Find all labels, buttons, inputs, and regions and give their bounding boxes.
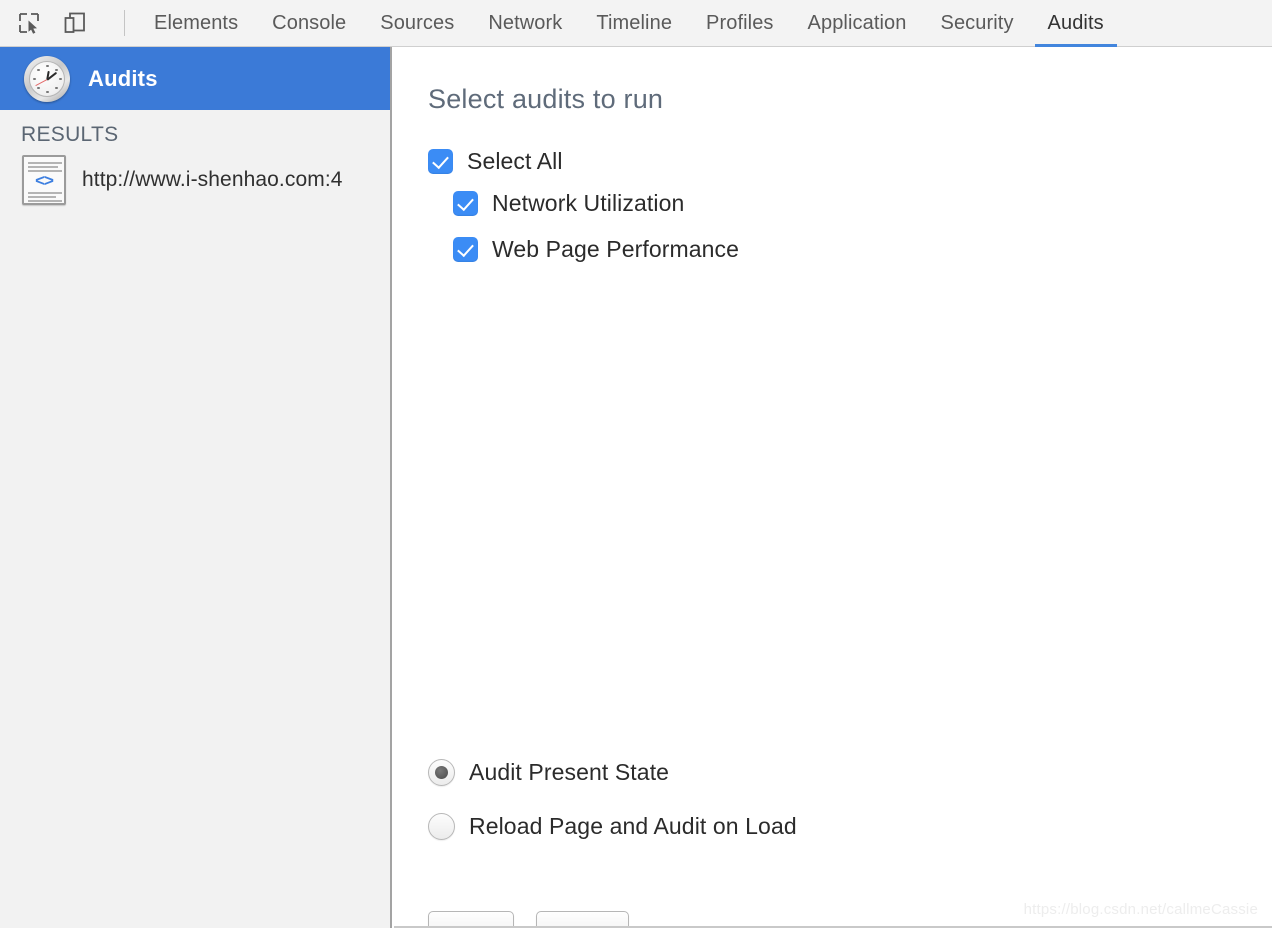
tab-security[interactable]: Security (924, 0, 1031, 46)
tab-elements[interactable]: Elements (137, 0, 255, 46)
network-utilization-label: Network Utilization (492, 190, 684, 217)
select-all-checkbox[interactable] (428, 149, 453, 174)
device-toolbar-icon[interactable] (60, 8, 90, 38)
select-all-label: Select All (467, 148, 563, 175)
sidebar-item-label: Audits (88, 66, 158, 92)
devtools-toolbar: Elements Console Sources Network Timelin… (0, 0, 1272, 47)
web-page-performance-checkbox[interactable] (453, 237, 478, 262)
toolbar-divider (124, 10, 125, 36)
document-code-icon: <> (22, 155, 66, 205)
devtools-window: Elements Console Sources Network Timelin… (0, 0, 1272, 928)
radio-row-reload-and-audit[interactable]: Reload Page and Audit on Load (428, 799, 797, 853)
audit-present-state-label: Audit Present State (469, 759, 669, 786)
clear-button[interactable]: Clear (536, 911, 629, 928)
tab-network[interactable]: Network (471, 0, 579, 46)
tab-sources[interactable]: Sources (363, 0, 471, 46)
tab-audits[interactable]: Audits (1031, 0, 1121, 46)
tab-console[interactable]: Console (255, 0, 363, 46)
audit-row-web-page-performance[interactable]: Web Page Performance (453, 226, 1272, 272)
reload-and-audit-label: Reload Page and Audit on Load (469, 813, 797, 840)
web-page-performance-label: Web Page Performance (492, 236, 739, 263)
audit-options-list: Select All Network Utilization Web Page … (394, 115, 1272, 272)
tab-timeline[interactable]: Timeline (579, 0, 689, 46)
toolbar-icon-group (0, 0, 125, 46)
list-item[interactable]: <> http://www.i-shenhao.com:4 (0, 153, 390, 207)
panel-tabs: Elements Console Sources Network Timelin… (137, 0, 1121, 46)
result-url-label: http://www.i-shenhao.com:4 (82, 168, 343, 192)
audits-sidebar: Audits RESULTS <> http://www.i-shenhao.c… (0, 47, 392, 928)
page-title: Select audits to run (394, 47, 1272, 115)
sidebar-item-audits[interactable]: Audits (0, 47, 390, 110)
clock-icon (24, 56, 70, 102)
tab-application[interactable]: Application (791, 0, 924, 46)
action-button-bar: Run Clear (428, 911, 629, 928)
run-button[interactable]: Run (428, 911, 514, 928)
watermark-text: https://blog.csdn.net/callmeCassie (1024, 901, 1258, 918)
audit-row-network-utilization[interactable]: Network Utilization (453, 180, 1272, 226)
radio-row-audit-present-state[interactable]: Audit Present State (428, 745, 797, 799)
audits-main-panel: Select audits to run Select All Network … (394, 47, 1272, 928)
inspect-element-icon[interactable] (14, 8, 44, 38)
reload-and-audit-radio[interactable] (428, 813, 455, 840)
select-all-row[interactable]: Select All (428, 142, 1272, 180)
tab-profiles[interactable]: Profiles (689, 0, 791, 46)
network-utilization-checkbox[interactable] (453, 191, 478, 216)
audit-present-state-radio[interactable] (428, 759, 455, 786)
audit-mode-radio-group: Audit Present State Reload Page and Audi… (428, 745, 797, 853)
results-section-label: RESULTS (0, 110, 390, 153)
